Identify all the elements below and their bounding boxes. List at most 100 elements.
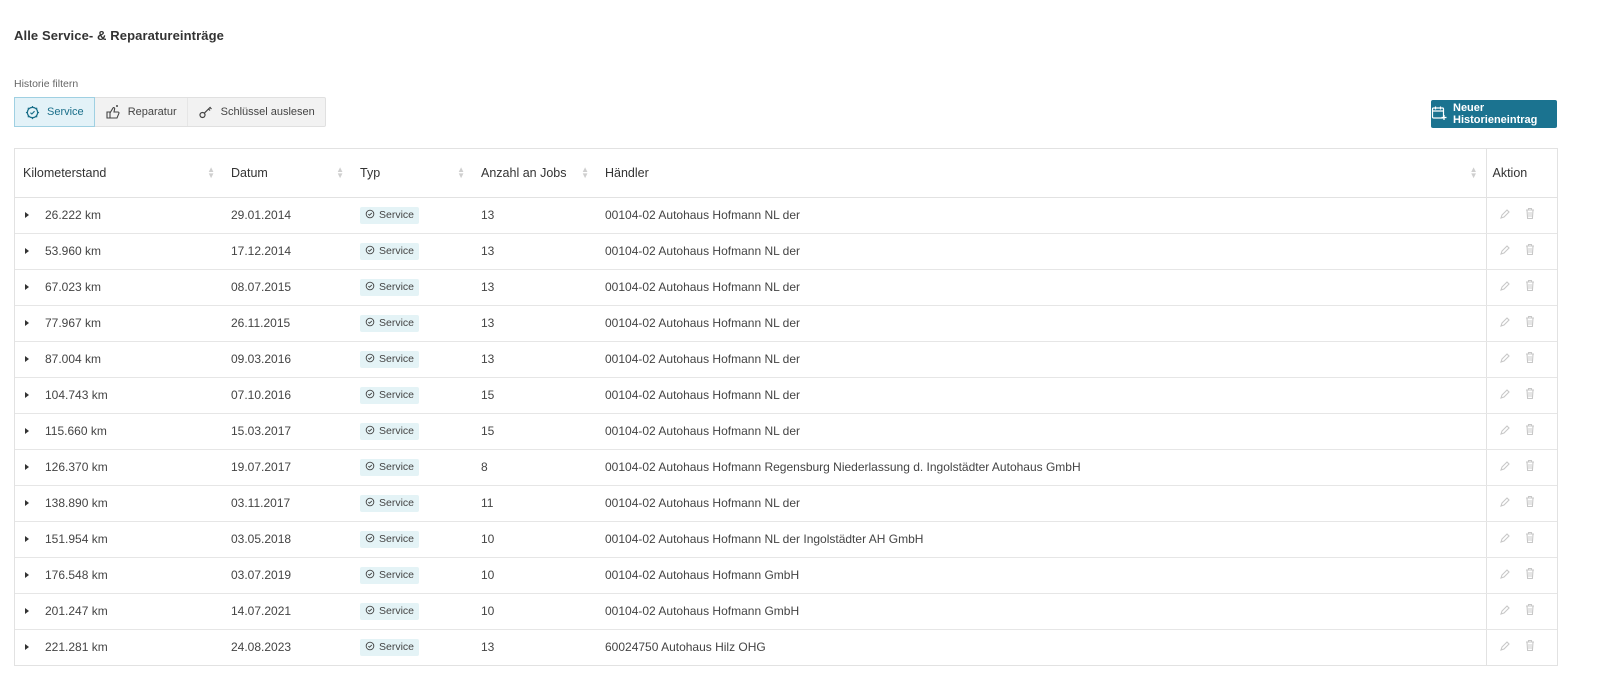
edit-pencil-icon[interactable] <box>1499 640 1511 655</box>
jobs-cell: 13 <box>473 341 597 378</box>
date-cell: 19.07.2017 <box>223 449 352 486</box>
edit-pencil-icon[interactable] <box>1499 208 1511 223</box>
delete-trash-icon[interactable] <box>1524 567 1536 583</box>
km-cell: 176.548 km <box>15 557 223 594</box>
jobs-value: 8 <box>481 460 488 474</box>
km-cell: 77.967 km <box>15 305 223 342</box>
service-check-icon <box>365 245 375 258</box>
edit-pencil-icon[interactable] <box>1499 352 1511 367</box>
edit-pencil-icon[interactable] <box>1499 532 1511 547</box>
expand-caret-icon[interactable] <box>25 211 29 218</box>
table-row: 151.954 km 03.05.2018 Service 10 00104-0… <box>15 521 1557 558</box>
expand-caret-icon[interactable] <box>25 535 29 542</box>
delete-trash-icon[interactable] <box>1524 279 1536 295</box>
filter-read-key-button[interactable]: Schlüssel auslesen <box>188 98 325 126</box>
new-history-entry-button[interactable]: Neuer Historieneintrag <box>1431 100 1557 128</box>
date-value: 17.12.2014 <box>231 244 292 258</box>
delete-trash-icon[interactable] <box>1524 243 1536 259</box>
expand-caret-icon[interactable] <box>25 427 29 434</box>
action-cell <box>1485 557 1557 594</box>
date-value: 24.08.2023 <box>231 640 292 655</box>
delete-trash-icon[interactable] <box>1524 423 1536 439</box>
edit-pencil-icon[interactable] <box>1499 388 1511 403</box>
edit-pencil-icon[interactable] <box>1499 460 1511 475</box>
col-header-jobs[interactable]: Anzahl an Jobs ▲ ▼ <box>473 149 597 198</box>
delete-trash-icon[interactable] <box>1524 495 1536 511</box>
dealer-cell: 00104-02 Autohaus Hofmann NL der <box>597 485 1486 522</box>
delete-trash-icon[interactable] <box>1524 459 1536 475</box>
type-badge: Service <box>360 386 420 404</box>
action-cell <box>1485 233 1557 270</box>
jobs-cell: 13 <box>473 269 597 306</box>
expand-caret-icon[interactable] <box>25 319 29 326</box>
expand-caret-icon[interactable] <box>25 391 29 398</box>
history-table: Kilometerstand ▲ ▼ Datum ▲ ▼ Typ ▲ ▼ Anzahl an… <box>14 148 1558 666</box>
km-cell: 104.743 km <box>15 377 223 414</box>
col-header-date[interactable]: Datum ▲ ▼ <box>223 149 352 198</box>
type-value: Service <box>379 389 415 401</box>
edit-pencil-icon[interactable] <box>1499 316 1511 331</box>
dealer-value: 60024750 Autohaus Hilz OHG <box>605 640 766 655</box>
jobs-cell: 15 <box>473 413 597 450</box>
dealer-value: 00104-02 Autohaus Hofmann NL der Ingolst… <box>605 532 924 546</box>
expand-caret-icon[interactable] <box>25 283 29 290</box>
delete-trash-icon[interactable] <box>1524 207 1536 223</box>
col-header-km[interactable]: Kilometerstand ▲ ▼ <box>15 149 223 198</box>
expand-caret-icon[interactable] <box>25 355 29 362</box>
jobs-cell: 13 <box>473 197 597 234</box>
km-cell: 87.004 km <box>15 341 223 378</box>
date-value: 03.05.2018 <box>231 532 292 546</box>
delete-trash-icon[interactable] <box>1524 531 1536 547</box>
col-header-type[interactable]: Typ ▲ ▼ <box>352 149 473 198</box>
type-cell: Service <box>352 449 473 486</box>
col-header-jobs-label: Anzahl an Jobs <box>481 165 567 180</box>
service-check-icon <box>365 641 375 654</box>
delete-trash-icon[interactable] <box>1524 315 1536 331</box>
date-value: 29.01.2014 <box>231 208 292 222</box>
table-row: 67.023 km 08.07.2015 Service 13 00104-02… <box>15 269 1557 306</box>
type-value: Service <box>379 497 415 509</box>
col-header-dealer[interactable]: Händler ▲ ▼ <box>597 149 1486 198</box>
km-value: 77.967 km <box>45 316 102 330</box>
date-value: 26.11.2015 <box>231 316 291 330</box>
expand-caret-icon[interactable] <box>25 463 29 470</box>
table-row: 26.222 km 29.01.2014 Service 13 00104-02… <box>15 197 1557 234</box>
table-header-row: Kilometerstand ▲ ▼ Datum ▲ ▼ Typ ▲ ▼ Anzahl an… <box>15 149 1557 198</box>
expand-caret-icon[interactable] <box>25 571 29 578</box>
date-value: 14.07.2021 <box>231 604 292 618</box>
edit-pencil-icon[interactable] <box>1499 568 1511 583</box>
history-filter-group: Service Reparatur Schlüssel auslesen <box>14 97 326 127</box>
type-cell: Service <box>352 629 473 665</box>
filter-repair-button[interactable]: Reparatur <box>95 98 188 126</box>
filter-repair-label: Reparatur <box>127 106 177 118</box>
type-value: Service <box>379 641 415 654</box>
jobs-value: 13 <box>481 280 495 294</box>
jobs-value: 11 <box>481 496 494 510</box>
filter-service-button[interactable]: Service <box>14 97 95 127</box>
type-cell: Service <box>352 341 473 378</box>
type-badge: Service <box>360 638 420 656</box>
date-value: 03.11.2017 <box>231 496 291 510</box>
type-cell: Service <box>352 269 473 306</box>
edit-pencil-icon[interactable] <box>1499 604 1511 619</box>
edit-pencil-icon[interactable] <box>1499 280 1511 295</box>
delete-trash-icon[interactable] <box>1524 603 1536 619</box>
expand-caret-icon[interactable] <box>25 247 29 254</box>
edit-pencil-icon[interactable] <box>1499 496 1511 511</box>
edit-pencil-icon[interactable] <box>1499 424 1511 439</box>
expand-caret-icon[interactable] <box>25 607 29 614</box>
date-cell: 29.01.2014 <box>223 197 352 234</box>
expand-caret-icon[interactable] <box>25 644 29 651</box>
expand-caret-icon[interactable] <box>25 499 29 506</box>
delete-trash-icon[interactable] <box>1524 351 1536 367</box>
type-cell: Service <box>352 557 473 594</box>
edit-pencil-icon[interactable] <box>1499 244 1511 259</box>
type-badge: Service <box>360 350 420 368</box>
type-cell: Service <box>352 593 473 630</box>
delete-trash-icon[interactable] <box>1524 639 1536 655</box>
dealer-cell: 00104-02 Autohaus Hofmann Regensburg Nie… <box>597 449 1486 486</box>
date-cell: 15.03.2017 <box>223 413 352 450</box>
type-value: Service <box>379 461 415 473</box>
delete-trash-icon[interactable] <box>1524 387 1536 403</box>
jobs-value: 15 <box>481 424 495 438</box>
